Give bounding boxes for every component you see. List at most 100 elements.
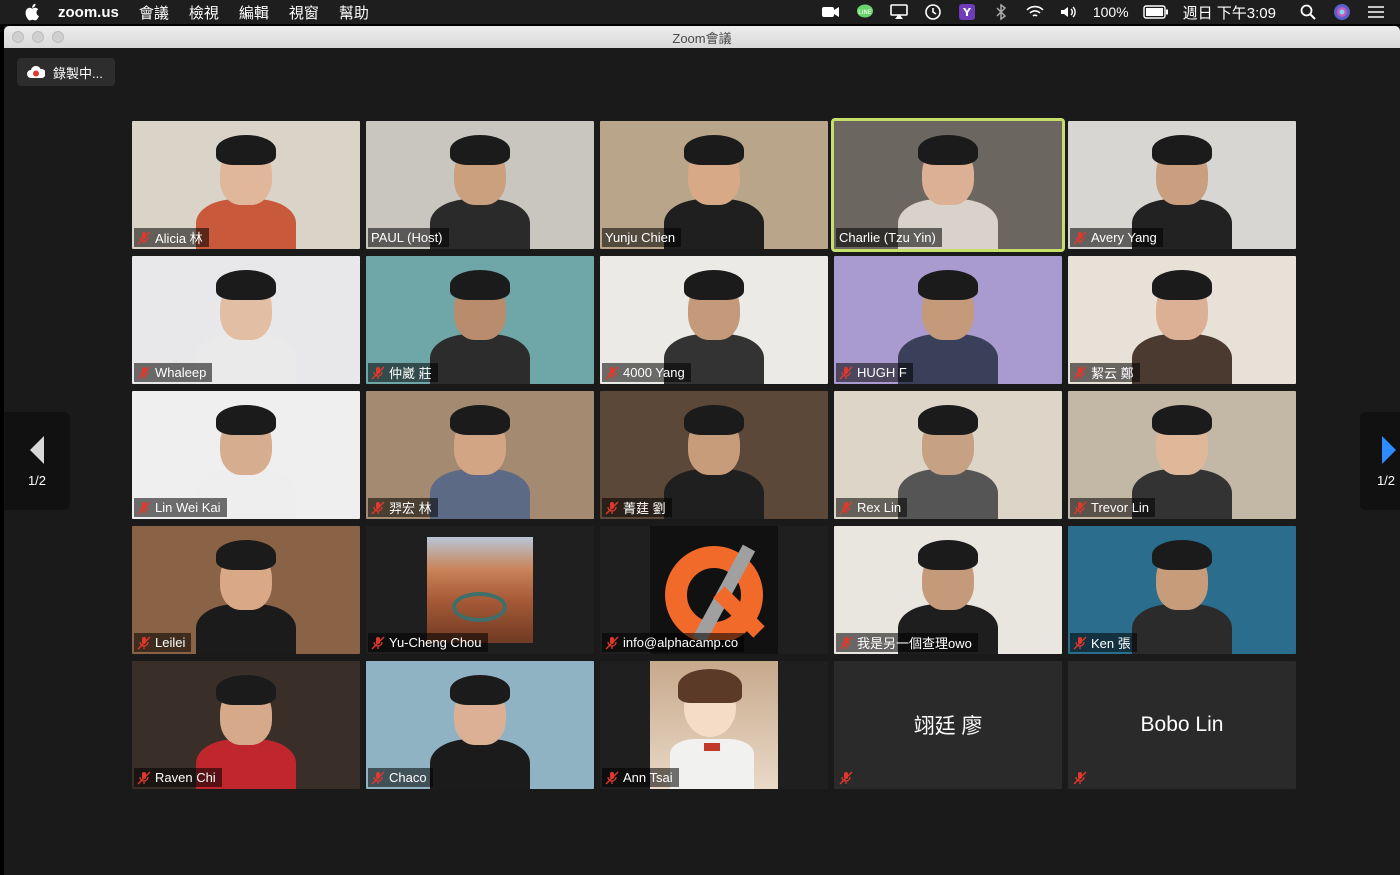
microphone-muted-icon	[371, 501, 385, 515]
participant-name: Ken 張	[1091, 636, 1131, 651]
participant-tile[interactable]: Raven Chi	[132, 661, 360, 789]
microphone-muted-icon	[371, 636, 385, 650]
menu-view[interactable]: 檢視	[189, 2, 219, 23]
participant-tile[interactable]: info@alphacamp.co	[600, 526, 828, 654]
participant-tile[interactable]: 仲崴 莊	[366, 256, 594, 384]
participant-name: HUGH F	[857, 365, 907, 380]
recording-indicator[interactable]: 錄製中...	[17, 58, 115, 86]
line-icon[interactable]: LINE	[855, 3, 875, 21]
participant-tile[interactable]: Whaleep	[132, 256, 360, 384]
participant-name-tag: 羿宏 林	[368, 498, 438, 517]
participant-tile[interactable]: 翊廷 廖	[834, 661, 1062, 789]
microphone-muted-icon	[137, 771, 151, 785]
participant-name: Whaleep	[155, 365, 207, 380]
control-center-icon[interactable]	[1366, 3, 1386, 21]
battery-icon[interactable]	[1142, 3, 1169, 21]
zoom-icon[interactable]	[821, 3, 841, 21]
microphone-muted-icon	[1073, 636, 1087, 650]
participant-tile[interactable]: Bobo Lin	[1068, 661, 1296, 789]
participant-tile[interactable]: HUGH F	[834, 256, 1062, 384]
page-indicator-right: 1/2	[1376, 472, 1396, 488]
participant-name-tag: Yu-Cheng Chou	[368, 633, 488, 652]
participant-name: info@alphacamp.co	[623, 635, 739, 650]
participant-video	[898, 469, 998, 519]
participant-name-tag: 我是另一個查理owo	[836, 633, 978, 652]
airplay-icon[interactable]	[889, 3, 909, 21]
profile-picture	[427, 537, 533, 643]
participant-name: Yu-Cheng Chou	[389, 635, 482, 650]
search-icon[interactable]	[1298, 3, 1318, 21]
microphone-muted-icon	[605, 771, 619, 785]
participant-name-tag: HUGH F	[836, 363, 913, 382]
participant-video	[196, 199, 296, 249]
participant-video	[1132, 334, 1232, 384]
battery-percentage: 100%	[1092, 4, 1129, 20]
participant-tile[interactable]: Lin Wei Kai	[132, 391, 360, 519]
participant-tile[interactable]: 絜云 鄭	[1068, 256, 1296, 384]
title-bar[interactable]: Zoom會議	[4, 26, 1400, 48]
participant-name-tag: Alicia 林	[134, 228, 209, 247]
bluetooth-icon[interactable]	[991, 3, 1011, 21]
window-title: Zoom會議	[672, 30, 732, 46]
participant-video	[430, 739, 530, 789]
volume-icon[interactable]	[1059, 3, 1079, 21]
microphone-muted-icon	[605, 636, 619, 650]
menu-meeting[interactable]: 會議	[139, 2, 169, 23]
menu-window[interactable]: 視窗	[289, 2, 319, 23]
participant-tile[interactable]: Ken 張	[1068, 526, 1296, 654]
siri-icon[interactable]	[1332, 3, 1352, 21]
participant-tile[interactable]: Yu-Cheng Chou	[366, 526, 594, 654]
previous-page-button[interactable]: 1/2	[4, 412, 70, 510]
cloud-record-icon	[27, 65, 45, 78]
participant-tile[interactable]: Yunju Chien	[600, 121, 828, 249]
participant-video	[898, 334, 998, 384]
clock[interactable]: 週日 下午3:09	[1183, 2, 1276, 23]
time-machine-icon[interactable]	[923, 3, 943, 21]
participant-tile[interactable]: PAUL (Host)	[366, 121, 594, 249]
participant-name-tag: PAUL (Host)	[368, 228, 449, 247]
participant-video	[1132, 604, 1232, 654]
participant-name-tag: 4000 Yang	[602, 363, 691, 382]
participant-tile[interactable]: Avery Yang	[1068, 121, 1296, 249]
participant-name-tag: Avery Yang	[1070, 228, 1163, 247]
close-button[interactable]	[12, 31, 24, 43]
yahoo-icon[interactable]: Y	[957, 3, 977, 21]
microphone-muted-icon	[605, 501, 619, 515]
participant-tile[interactable]: 羿宏 林	[366, 391, 594, 519]
zoom-window: Zoom會議 錄製中... 1/2 1/2 Alicia 林 PAUL (Host…	[4, 26, 1400, 875]
participant-name-tag: Ken 張	[1070, 633, 1137, 652]
participant-tile[interactable]: 菁莛 劉	[600, 391, 828, 519]
menu-help[interactable]: 幫助	[339, 2, 369, 23]
microphone-muted-icon	[839, 771, 853, 785]
participant-tile[interactable]: Leilei	[132, 526, 360, 654]
next-page-button[interactable]: 1/2	[1360, 412, 1400, 510]
menu-app-name[interactable]: zoom.us	[58, 4, 119, 21]
participant-name-tag: info@alphacamp.co	[602, 633, 745, 652]
participant-tile[interactable]: 4000 Yang	[600, 256, 828, 384]
apple-icon[interactable]	[22, 3, 44, 21]
wifi-icon[interactable]	[1025, 3, 1045, 21]
participant-name-tag: Yunju Chien	[602, 228, 682, 247]
participant-name: Yunju Chien	[605, 230, 676, 245]
participant-tile[interactable]: Chaco	[366, 661, 594, 789]
participant-tile[interactable]: Charlie (Tzu Yin)	[831, 118, 1065, 252]
participant-name-tag: Trevor Lin	[1070, 498, 1156, 517]
participant-display-name: 翊廷 廖	[913, 715, 983, 738]
participant-tile[interactable]: Rex Lin	[834, 391, 1062, 519]
participant-tile[interactable]: 我是另一個查理owo	[834, 526, 1062, 654]
participant-video	[196, 604, 296, 654]
minimize-button[interactable]	[32, 31, 44, 43]
participant-name-tag	[1070, 768, 1093, 787]
menu-edit[interactable]: 編輯	[239, 2, 269, 23]
menu-bar: zoom.us 會議 檢視 編輯 視窗 幫助 LINE Y 100% 週日 下午…	[0, 0, 1400, 24]
zoom-button[interactable]	[52, 31, 64, 43]
participant-name: 菁莛 劉	[623, 501, 666, 516]
participant-tile[interactable]: Alicia 林	[132, 121, 360, 249]
participant-name: 4000 Yang	[623, 365, 685, 380]
participant-tile[interactable]: Ann Tsai	[600, 661, 828, 789]
participant-name: Lin Wei Kai	[155, 500, 221, 515]
meeting-content: 錄製中... 1/2 1/2 Alicia 林 PAUL (Host) Yunju …	[4, 48, 1400, 875]
participant-tile[interactable]: Trevor Lin	[1068, 391, 1296, 519]
participant-name: Rex Lin	[857, 500, 902, 515]
participant-name-tag: Charlie (Tzu Yin)	[836, 228, 942, 247]
